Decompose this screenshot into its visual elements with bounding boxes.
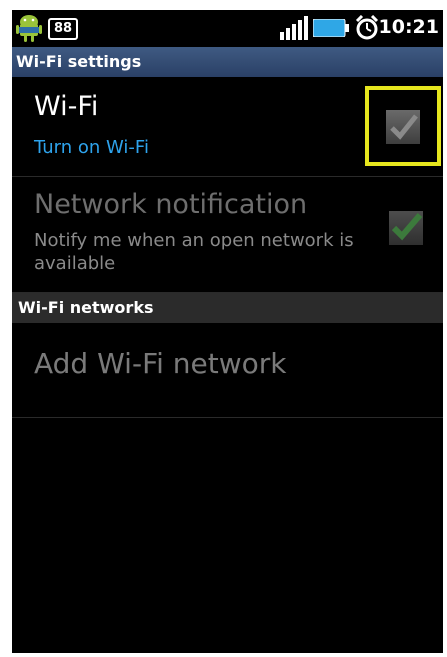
wifi-subtitle: Turn on Wi-Fi [34, 137, 149, 158]
network-notification-checkbox[interactable] [389, 211, 423, 245]
add-wifi-network-label: Add Wi-Fi network [34, 347, 287, 380]
signal-bars-icon [280, 16, 308, 40]
page-title: Wi-Fi settings [12, 47, 443, 77]
notification-count-badge: 88 [48, 18, 79, 40]
wifi-title: Wi-Fi [34, 91, 99, 122]
status-bar: 88 10:21 [12, 10, 443, 46]
network-notification-subtitle: Notify me when an open network is availa… [34, 230, 354, 274]
battery-icon [313, 19, 349, 37]
wifi-checkbox[interactable] [386, 110, 420, 144]
wifi-networks-section-header: Wi-Fi networks [12, 293, 443, 323]
phone-screen: 88 10:21 Wi-Fi settings Wi-Fi Turn on Wi… [12, 10, 443, 653]
network-notification-title: Network notification [34, 189, 308, 220]
network-notification-row[interactable]: Network notification Notify me when an o… [12, 177, 443, 293]
android-robot-icon [16, 15, 42, 42]
add-wifi-network-row[interactable]: Add Wi-Fi network [12, 323, 443, 418]
alarm-clock-icon [355, 15, 379, 40]
status-clock: 10:21 [378, 16, 439, 38]
wifi-toggle-row[interactable]: Wi-Fi Turn on Wi-Fi [12, 77, 443, 177]
